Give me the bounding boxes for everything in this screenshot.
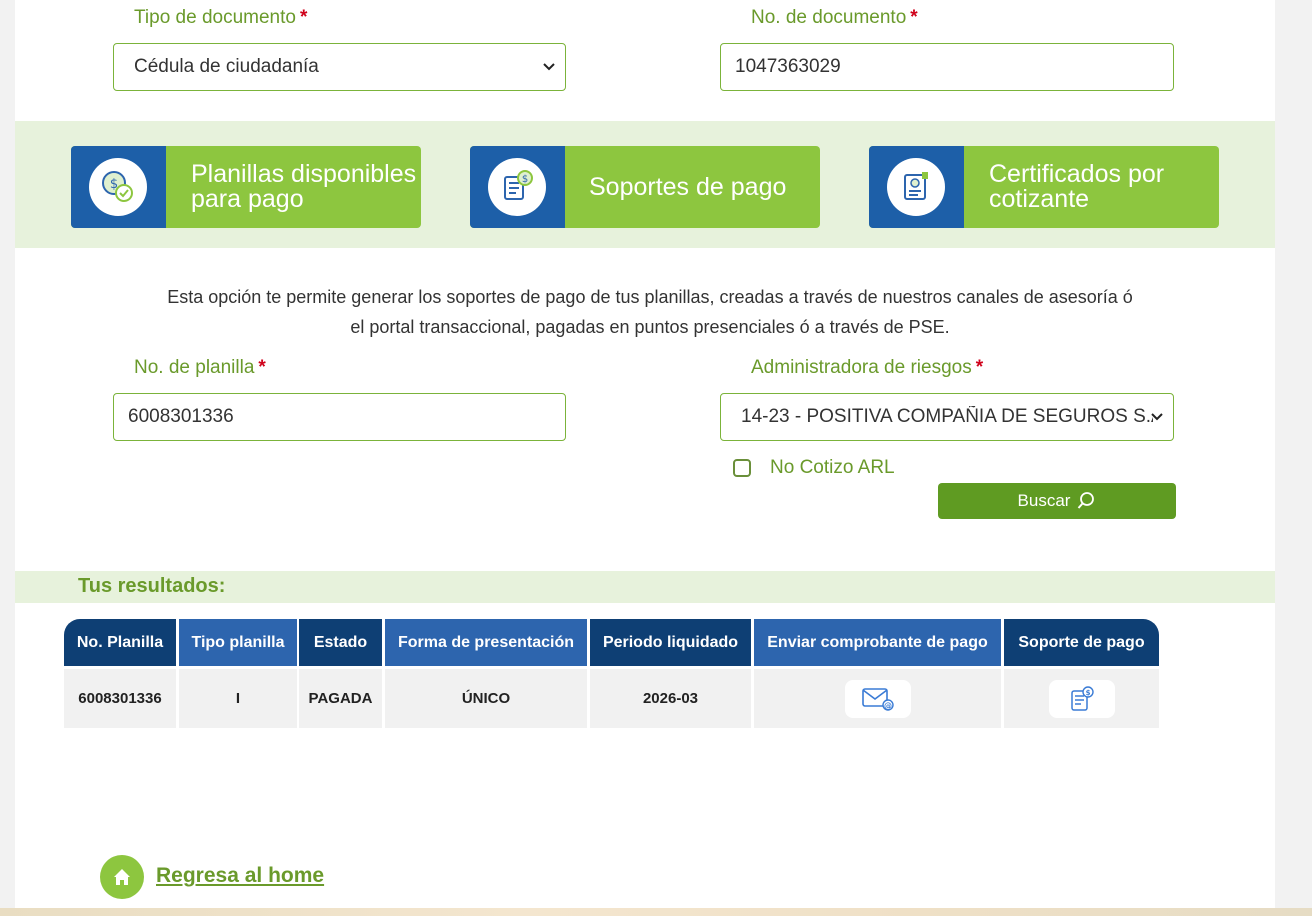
doc-number-label: No. de documento * xyxy=(751,7,918,28)
cell-enviar: @ xyxy=(754,669,1001,728)
home-icon xyxy=(114,869,130,885)
tile-icon-box: $ xyxy=(470,146,565,228)
chevron-down-icon xyxy=(543,63,555,71)
cell-estado: PAGADA xyxy=(299,669,382,728)
tile-icon-circle: $ xyxy=(89,158,147,216)
col-header-enviar: Enviar comprobante de pago xyxy=(754,619,1001,666)
planilla-label: No. de planilla * xyxy=(134,357,266,378)
receipt-dollar-icon: $ xyxy=(504,170,533,200)
svg-text:$: $ xyxy=(522,174,528,185)
tile-label: Certificados por cotizante xyxy=(989,160,1165,213)
tile-icon-circle: $ xyxy=(488,158,546,216)
tile-label: Soportes de pago xyxy=(589,172,787,201)
home-button[interactable] xyxy=(100,855,144,899)
svg-text:$: $ xyxy=(1085,689,1090,697)
home-link[interactable]: Regresa al home xyxy=(156,864,324,888)
options-band: $ Planillas disponibles para pago $ Sopo… xyxy=(15,121,1275,248)
chevron-down-icon xyxy=(1151,413,1163,421)
description-text: Esta opción te permite generar los sopor… xyxy=(167,287,1133,337)
tile-icon-box xyxy=(869,146,964,228)
tile-icon-circle xyxy=(887,158,945,216)
arl-select[interactable]: 14-23 - POSITIVA COMPAÑIA DE SEGUROS S.A… xyxy=(720,393,1174,441)
col-header-estado: Estado xyxy=(299,619,382,666)
no-arl-label[interactable]: No Cotizo ARL xyxy=(770,457,895,479)
cell-tipo: I xyxy=(179,669,297,728)
bottom-strip xyxy=(0,908,1312,916)
download-support-button[interactable]: $ xyxy=(1048,679,1115,718)
tile-planillas-disponibles[interactable]: $ Planillas disponibles para pago xyxy=(71,146,421,228)
results-title: Tus resultados: xyxy=(78,575,226,597)
tile-label: Planillas disponibles para pago xyxy=(191,160,417,213)
money-check-icon: $ xyxy=(102,171,133,202)
cell-planilla: 6008301336 xyxy=(64,669,176,728)
main-panel: Tipo de documento * Cédula de ciudadanía … xyxy=(15,0,1275,916)
email-icon: @ xyxy=(861,687,894,711)
col-header-soporte: Soporte de pago xyxy=(1004,619,1159,666)
send-receipt-button[interactable]: @ xyxy=(844,679,911,718)
no-arl-checkbox[interactable] xyxy=(733,459,751,477)
cell-forma: ÚNICO xyxy=(385,669,587,728)
arl-label: Administradora de riesgos * xyxy=(751,357,984,378)
svg-text:@: @ xyxy=(884,701,892,710)
doc-type-select[interactable]: Cédula de ciudadanía xyxy=(113,43,566,91)
col-header-periodo: Periodo liquidado xyxy=(590,619,751,666)
tile-certificados[interactable]: Certificados por cotizante xyxy=(869,146,1219,228)
tile-soportes-de-pago[interactable]: $ Soportes de pago xyxy=(470,146,820,228)
search-icon xyxy=(1078,492,1095,509)
doc-type-label: Tipo de documento * xyxy=(134,7,308,28)
certificate-icon xyxy=(904,172,928,200)
cell-periodo: 2026-03 xyxy=(590,669,751,728)
planilla-value: 6008301336 xyxy=(128,406,234,427)
doc-number-input[interactable]: 1047363029 xyxy=(720,43,1174,91)
planilla-input[interactable]: 6008301336 xyxy=(113,393,566,441)
col-header-planilla: No. Planilla xyxy=(64,619,176,666)
search-button-label: Buscar xyxy=(1017,491,1071,510)
arl-value: 14-23 - POSITIVA COMPAÑIA DE SEGUROS S.A… xyxy=(741,406,1153,427)
receipt-dollar-icon: $ xyxy=(1070,685,1094,711)
cell-soporte: $ xyxy=(1004,669,1159,728)
doc-number-value: 1047363029 xyxy=(735,56,841,77)
doc-type-value: Cédula de ciudadanía xyxy=(134,56,319,77)
col-header-forma: Forma de presentación xyxy=(385,619,587,666)
tile-icon-box: $ xyxy=(71,146,166,228)
col-header-tipo: Tipo planilla xyxy=(179,619,297,666)
search-button[interactable]: Buscar xyxy=(938,483,1176,519)
